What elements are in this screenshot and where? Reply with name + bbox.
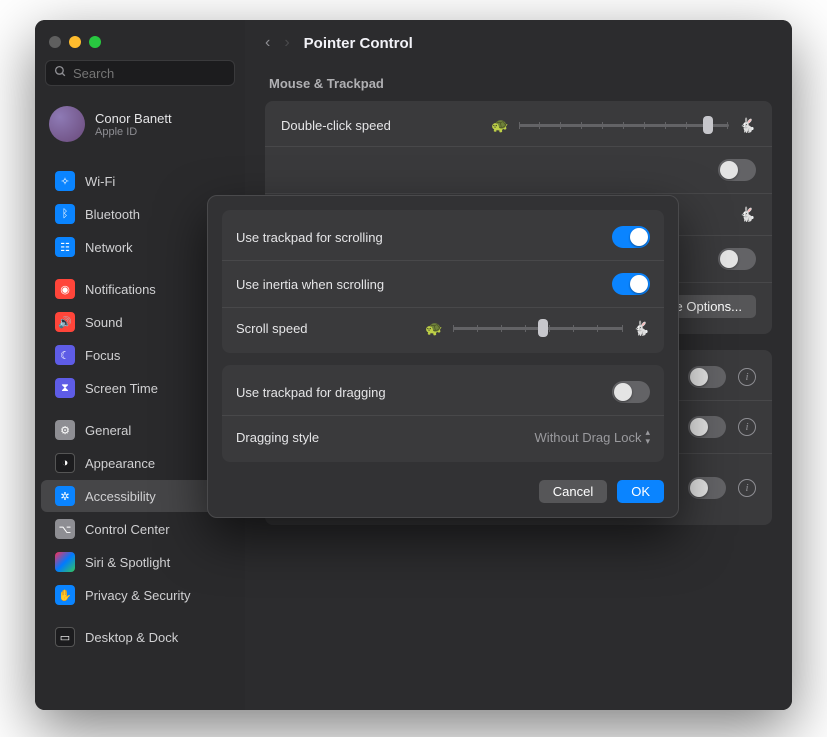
toggle-trackpad-scrolling[interactable]: [612, 226, 650, 248]
row-double-click-speed: Double-click speed 🐢 🐇: [265, 105, 772, 146]
hare-icon: 🐇: [633, 320, 650, 337]
scroll-speed-slider-wrap: 🐢 🐇: [425, 320, 650, 337]
forward-button[interactable]: ›: [284, 34, 289, 52]
slider-thumb[interactable]: [538, 319, 548, 337]
sidebar-item-label: Siri & Spotlight: [85, 555, 170, 570]
chevron-updown-icon: ▴▾: [645, 428, 650, 446]
toggle-alternate-pointer[interactable]: [688, 416, 726, 438]
row-dragging-style: Dragging style Without Drag Lock ▴▾: [222, 415, 664, 458]
appearance-icon: ◑: [55, 453, 75, 473]
row-use-trackpad-scrolling: Use trackpad for scrolling: [222, 214, 664, 260]
system-settings-window: Conor Banett Apple ID ✧Wi-Fi ᛒBluetooth …: [35, 20, 792, 710]
sidebar-item-control-center[interactable]: ⌥ Control Center: [41, 513, 239, 545]
slider-thumb[interactable]: [703, 116, 713, 134]
double-click-label: Double-click speed: [281, 118, 391, 133]
tortoise-icon: 🐢: [425, 320, 442, 337]
sidebar-item-label: Wi-Fi: [85, 174, 115, 189]
toggle-inertia[interactable]: [612, 273, 650, 295]
double-click-slider[interactable]: [519, 124, 729, 127]
sidebar-item-label: Appearance: [85, 456, 155, 471]
bell-icon: ◉: [55, 279, 75, 299]
sidebar-item-wifi[interactable]: ✧ Wi-Fi: [41, 165, 239, 197]
nav-group-desktop: ▭ Desktop & Dock: [35, 620, 245, 654]
siri-icon: [55, 552, 75, 572]
sidebar-item-label: Control Center: [85, 522, 170, 537]
sidebar-item-label: General: [85, 423, 131, 438]
search-icon: [54, 65, 67, 81]
search-input[interactable]: [73, 66, 249, 81]
sidebar-item-privacy-security[interactable]: ✋ Privacy & Security: [41, 579, 239, 611]
modal-panel-dragging: Use trackpad for dragging Dragging style…: [222, 365, 664, 462]
network-icon: ☷: [55, 237, 75, 257]
modal-panel-scrolling: Use trackpad for scrolling Use inertia w…: [222, 210, 664, 353]
search-box[interactable]: [45, 60, 235, 86]
sidebar-item-label: Screen Time: [85, 381, 158, 396]
hand-icon: ✋: [55, 585, 75, 605]
titlebar: ‹ › Pointer Control: [245, 20, 792, 62]
row-scroll-speed: Scroll speed 🐢 🐇: [222, 307, 664, 349]
toggle-trackpad-dragging[interactable]: [612, 381, 650, 403]
sidebar-item-label: Network: [85, 240, 133, 255]
tortoise-icon: 🐢: [491, 117, 508, 134]
sidebar-item-label: Accessibility: [85, 489, 156, 504]
wifi-icon: ✧: [55, 171, 75, 191]
accessibility-icon: ✲: [55, 486, 75, 506]
sidebar-item-label: Desktop & Dock: [85, 630, 178, 645]
toggle-hidden-2[interactable]: [718, 248, 756, 270]
info-icon[interactable]: i: [738, 368, 756, 386]
hourglass-icon: ⧗: [55, 378, 75, 398]
traffic-lights: [35, 30, 245, 60]
close-window-button[interactable]: [49, 36, 61, 48]
section-label-mouse-trackpad: Mouse & Trackpad: [269, 76, 768, 91]
ok-button[interactable]: OK: [617, 480, 664, 503]
page-title: Pointer Control: [304, 35, 413, 52]
info-icon[interactable]: i: [738, 418, 756, 436]
toggle-hidden-1[interactable]: [718, 159, 756, 181]
hare-icon: 🐇: [739, 206, 756, 223]
bluetooth-icon: ᛒ: [55, 204, 75, 224]
sidebar-item-label: Bluetooth: [85, 207, 140, 222]
trackpad-options-modal: Use trackpad for scrolling Use inertia w…: [207, 195, 679, 518]
modal-footer: Cancel OK: [222, 480, 664, 503]
dragging-style-value: Without Drag Lock: [535, 430, 642, 445]
scroll-speed-label: Scroll speed: [236, 321, 308, 336]
zoom-window-button[interactable]: [89, 36, 101, 48]
moon-icon: ☾: [55, 345, 75, 365]
sidebar-item-label: Sound: [85, 315, 123, 330]
row-use-trackpad-dragging: Use trackpad for dragging: [222, 369, 664, 415]
use-inertia-label: Use inertia when scrolling: [236, 277, 384, 292]
user-profile-row[interactable]: Conor Banett Apple ID: [35, 100, 245, 156]
cancel-button[interactable]: Cancel: [539, 480, 607, 503]
sidebar-item-label: Focus: [85, 348, 120, 363]
dragging-style-label: Dragging style: [236, 430, 319, 445]
use-trackpad-scrolling-label: Use trackpad for scrolling: [236, 230, 383, 245]
scroll-speed-slider[interactable]: [453, 327, 623, 330]
avatar: [49, 106, 85, 142]
double-click-slider-wrap: 🐢 🐇: [491, 117, 756, 134]
use-trackpad-dragging-label: Use trackpad for dragging: [236, 385, 386, 400]
sidebar-item-siri-spotlight[interactable]: Siri & Spotlight: [41, 546, 239, 578]
sidebar-item-label: Privacy & Security: [85, 588, 190, 603]
minimize-window-button[interactable]: [69, 36, 81, 48]
hare-icon: 🐇: [739, 117, 756, 134]
toggle-hidden-4[interactable]: [688, 366, 726, 388]
info-icon[interactable]: i: [738, 479, 756, 497]
desktop-icon: ▭: [55, 627, 75, 647]
sidebar-item-desktop-dock[interactable]: ▭ Desktop & Dock: [41, 621, 239, 653]
sidebar-item-label: Notifications: [85, 282, 156, 297]
row-partially-hidden-1: [265, 146, 772, 193]
gear-icon: ⚙: [55, 420, 75, 440]
user-sub: Apple ID: [95, 126, 172, 138]
sound-icon: 🔊: [55, 312, 75, 332]
user-name: Conor Banett: [95, 111, 172, 126]
dragging-style-select[interactable]: Without Drag Lock ▴▾: [535, 428, 650, 446]
back-button[interactable]: ‹: [265, 34, 270, 52]
row-use-inertia: Use inertia when scrolling: [222, 260, 664, 307]
control-center-icon: ⌥: [55, 519, 75, 539]
toggle-head-pointer[interactable]: [688, 477, 726, 499]
